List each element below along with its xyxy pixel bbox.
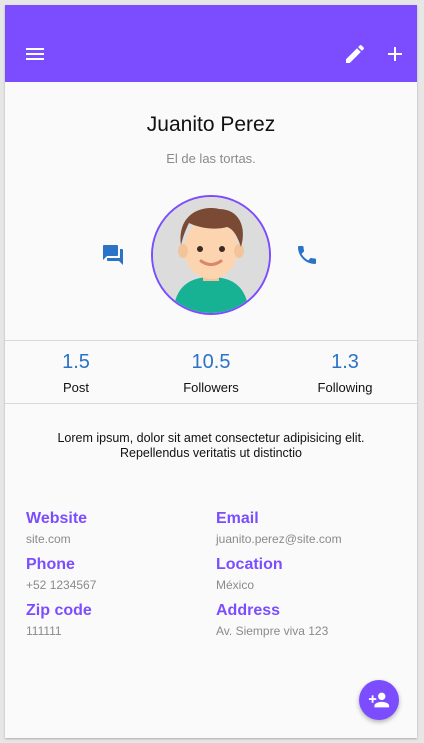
- detail-email: Email juanito.perez@site.com: [216, 510, 406, 546]
- detail-location: Location México: [216, 556, 406, 592]
- menu-icon[interactable]: [23, 42, 47, 66]
- detail-label: Address: [216, 602, 281, 619]
- stat-followers: 10.5 Followers: [142, 351, 280, 395]
- plus-icon[interactable]: [383, 42, 407, 66]
- divider: [5, 403, 417, 404]
- resize-handle[interactable]: [409, 732, 417, 738]
- divider: [5, 340, 417, 341]
- avatar: [151, 195, 271, 315]
- detail-label: Website: [26, 510, 88, 527]
- detail-value: Av. Siempre viva 123: [216, 624, 329, 638]
- stat-following: 1.3 Following: [276, 351, 414, 395]
- detail-label: Location: [216, 556, 283, 573]
- profile-name: Juanito Perez: [146, 113, 276, 136]
- detail-label: Email: [216, 510, 259, 527]
- detail-value: México: [216, 578, 255, 592]
- chat-icon[interactable]: [101, 243, 125, 267]
- profile-card: Juanito Perez El de las tortas. 1.5 Post…: [5, 5, 417, 738]
- stat-label: Following: [317, 380, 373, 395]
- stat-value: 1.5: [62, 351, 90, 373]
- detail-address: Address Av. Siempre viva 123: [216, 602, 406, 638]
- phone-icon[interactable]: [295, 243, 319, 267]
- detail-phone: Phone +52 1234567: [26, 556, 216, 592]
- detail-value: 111111: [26, 624, 62, 638]
- detail-label: Zip code: [26, 602, 92, 619]
- pencil-icon[interactable]: [343, 42, 367, 66]
- detail-value: site.com: [26, 532, 71, 546]
- add-contact-button[interactable]: [359, 680, 399, 720]
- stat-label: Followers: [183, 380, 239, 395]
- bio-text: Lorem ipsum, dolor sit amet consectetur …: [57, 431, 365, 460]
- detail-zip-code: Zip code 111111: [26, 602, 216, 638]
- stat-post: 1.5 Post: [7, 351, 145, 395]
- stat-value: 10.5: [191, 351, 231, 373]
- detail-website: Website site.com: [26, 510, 216, 546]
- stat-label: Post: [62, 380, 89, 395]
- stat-value: 1.3: [331, 351, 359, 373]
- detail-value: juanito.perez@site.com: [216, 532, 342, 546]
- detail-label: Phone: [26, 556, 75, 573]
- app-bar: [5, 5, 417, 82]
- profile-tagline: El de las tortas.: [166, 151, 256, 166]
- detail-value: +52 1234567: [26, 578, 97, 592]
- person-add-icon: [368, 692, 390, 708]
